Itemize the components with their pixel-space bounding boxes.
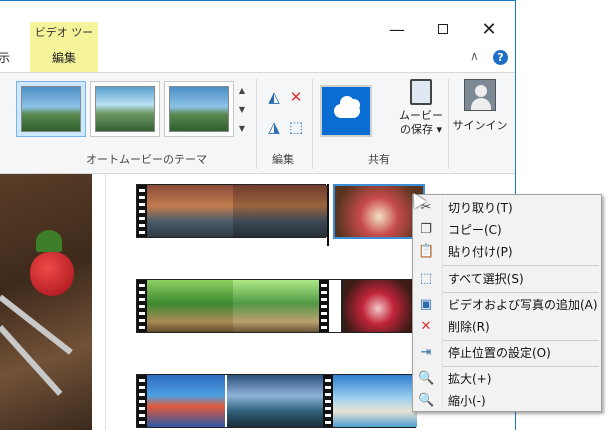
close-icon: ✕ bbox=[481, 19, 497, 40]
context-menu: ✂ 切り取り(T) ❐ コピー(C) 📋 貼り付け(P) ⬚ すべて選択(S) … bbox=[412, 194, 602, 412]
close-button[interactable]: ✕ bbox=[466, 15, 512, 45]
add-media-icon: ▣ bbox=[419, 297, 433, 312]
clip-frame bbox=[233, 280, 319, 332]
chevron-down-icon[interactable]: ▼ bbox=[236, 100, 248, 119]
fork bbox=[0, 294, 73, 355]
edit-group-label: 編集 bbox=[272, 153, 294, 166]
title-bar: ビデオ ツール — ✕ bbox=[0, 1, 515, 61]
clip-balloons[interactable] bbox=[136, 184, 327, 238]
clip-cake[interactable] bbox=[342, 279, 414, 333]
menu-item-label: 停止位置の設定(O) bbox=[448, 346, 551, 360]
menu-item-label: 切り取り(T) bbox=[448, 201, 513, 215]
chevron-up-icon[interactable]: ▲ bbox=[236, 81, 248, 100]
film-sprocket bbox=[137, 185, 147, 237]
clip-frame bbox=[147, 280, 233, 332]
menu-item-delete[interactable]: ✕ 削除(R) bbox=[413, 316, 601, 338]
film-sprocket bbox=[319, 280, 329, 332]
delete-icon: ✕ bbox=[420, 319, 432, 334]
tab-view[interactable]: 示 bbox=[0, 45, 20, 72]
sign-in-button[interactable]: サインイン bbox=[452, 79, 508, 151]
splitter[interactable] bbox=[92, 174, 106, 430]
menu-separator bbox=[443, 292, 599, 293]
remove-icon[interactable]: ✕ bbox=[286, 87, 306, 107]
menu-item-copy[interactable]: ❐ コピー(C) bbox=[413, 219, 601, 241]
cloud-icon bbox=[334, 96, 360, 118]
tab-edit[interactable]: 編集 bbox=[30, 45, 98, 72]
menu-separator bbox=[443, 366, 599, 367]
strawberry-leaf bbox=[36, 230, 62, 252]
ribbon: ▲ ▼ ▼ オートムービーのテーマ ◭ ✕ ◮ ⬚ 編集 ムービー の保存 ▾ … bbox=[0, 72, 515, 174]
theme-preview-image bbox=[95, 86, 155, 132]
ribbon-tab-row: 示 編集 ∧ ? bbox=[0, 45, 515, 72]
menu-separator bbox=[443, 340, 599, 341]
clip-frame bbox=[147, 375, 225, 427]
clip-frame bbox=[233, 185, 327, 237]
rotate-right-icon[interactable]: ◮ bbox=[264, 117, 284, 137]
clip-travel[interactable] bbox=[136, 374, 417, 428]
sign-in-label: サインイン bbox=[452, 119, 508, 132]
share-group-label: 共有 bbox=[368, 153, 390, 166]
strawberry bbox=[30, 252, 74, 296]
menu-item-label: すべて選択(S) bbox=[448, 272, 524, 286]
clip-forest[interactable] bbox=[136, 279, 342, 333]
maximize-button[interactable] bbox=[420, 15, 466, 45]
user-icon bbox=[464, 79, 496, 111]
collapse-ribbon-chevron-icon[interactable]: ∧ bbox=[470, 49, 479, 63]
menu-item-paste[interactable]: 📋 貼り付け(P) bbox=[413, 241, 601, 263]
menu-item-label: 貼り付け(P) bbox=[448, 245, 513, 259]
group-divider bbox=[312, 79, 313, 169]
help-icon[interactable]: ? bbox=[493, 50, 508, 65]
save-movie-button[interactable]: ムービー の保存 ▾ bbox=[392, 79, 450, 151]
theme-preview-image bbox=[169, 86, 229, 132]
group-divider bbox=[448, 79, 449, 169]
menu-separator bbox=[443, 265, 599, 266]
menu-item-label: コピー(C) bbox=[448, 223, 502, 237]
menu-item-zoom-in[interactable]: 🔍 拡大(+) bbox=[413, 368, 601, 390]
onedrive-share-button[interactable] bbox=[320, 85, 372, 137]
menu-item-set-end-point[interactable]: ⇥ 停止位置の設定(O) bbox=[413, 342, 601, 364]
film-sprocket bbox=[137, 375, 147, 427]
menu-item-zoom-out[interactable]: 🔍 縮小(-) bbox=[413, 390, 601, 412]
minimize-button[interactable]: — bbox=[374, 15, 420, 45]
gallery-expand-icon[interactable]: ▼ bbox=[236, 119, 248, 138]
theme-gallery-scroll[interactable]: ▲ ▼ ▼ bbox=[236, 81, 248, 139]
theme-preview-image bbox=[21, 86, 81, 132]
copy-icon: ❐ bbox=[420, 222, 432, 237]
menu-item-cut[interactable]: ✂ 切り取り(T) bbox=[413, 197, 601, 219]
auto-movie-theme-group-label: オートムービーのテーマ bbox=[86, 153, 207, 166]
clip-frame bbox=[333, 375, 417, 427]
rotate-left-icon[interactable]: ◭ bbox=[264, 87, 284, 107]
select-all-icon[interactable]: ⬚ bbox=[286, 117, 306, 137]
menu-item-add-media[interactable]: ▣ ビデオおよび写真の追加(A) bbox=[413, 294, 601, 316]
set-end-point-icon: ⇥ bbox=[420, 345, 432, 360]
theme-thumbnail-1[interactable] bbox=[16, 81, 86, 137]
select-all-icon: ⬚ bbox=[419, 271, 433, 286]
zoom-in-icon: 🔍 bbox=[418, 371, 435, 386]
film-save-icon bbox=[410, 79, 432, 105]
clip-frame bbox=[227, 375, 323, 427]
video-tools-contextual-header: ビデオ ツール bbox=[30, 22, 98, 61]
menu-item-select-all[interactable]: ⬚ すべて選択(S) bbox=[413, 268, 601, 290]
group-divider bbox=[256, 79, 257, 169]
theme-thumbnail-3[interactable] bbox=[164, 81, 234, 137]
theme-thumbnail-2[interactable] bbox=[90, 81, 160, 137]
film-sprocket bbox=[323, 375, 333, 427]
playhead[interactable] bbox=[327, 184, 329, 246]
save-movie-label-line1: ムービー bbox=[399, 109, 443, 122]
minimize-icon: — bbox=[389, 20, 405, 39]
menu-item-label: ビデオおよび写真の追加(A) bbox=[448, 298, 598, 312]
paste-icon: 📋 bbox=[418, 244, 435, 259]
menu-item-label: 拡大(+) bbox=[448, 372, 492, 386]
clip-frame bbox=[147, 185, 233, 237]
menu-item-label: 縮小(-) bbox=[448, 394, 486, 408]
zoom-out-icon: 🔍 bbox=[418, 393, 435, 408]
film-sprocket bbox=[137, 280, 147, 332]
save-movie-label-line2: の保存 ▾ bbox=[399, 123, 443, 136]
maximize-icon bbox=[438, 24, 448, 34]
clip-frame bbox=[343, 280, 413, 332]
preview-monitor[interactable] bbox=[0, 174, 92, 430]
menu-item-label: 削除(R) bbox=[448, 320, 490, 334]
